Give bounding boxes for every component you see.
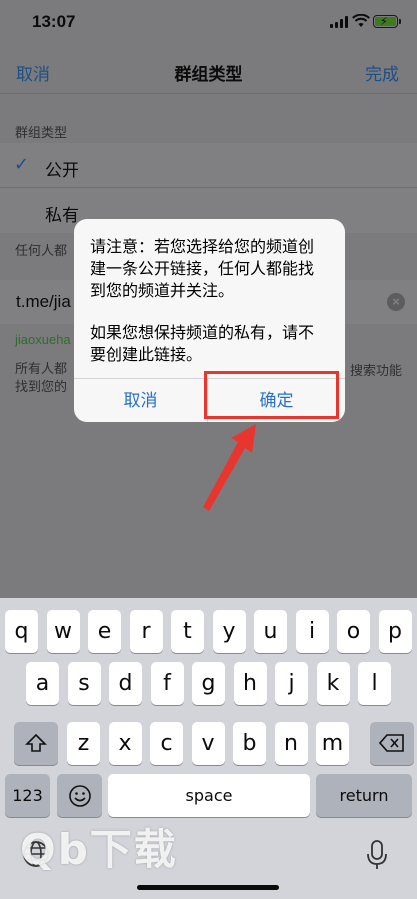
key-g[interactable]: g: [192, 662, 225, 705]
key-u[interactable]: u: [254, 610, 287, 653]
link-description-right: 搜索功能: [349, 363, 402, 378]
alert-message: 请注意：若您选择给您的频道创建一条公开链接，任何人都能找到您的频道并关注。 如果…: [90, 237, 329, 367]
key-i[interactable]: i: [295, 610, 329, 653]
battery-icon: ⚡: [373, 15, 401, 28]
key-w[interactable]: w: [46, 610, 80, 653]
key-j[interactable]: j: [275, 662, 308, 705]
key-a[interactable]: a: [26, 662, 59, 705]
alert-text-1: 请注意：若您选择给您的频道创建一条公开链接，任何人都能找到您的频道并关注。: [90, 239, 315, 300]
return-key[interactable]: return: [316, 774, 412, 817]
key-h[interactable]: h: [233, 662, 267, 705]
checkmark-icon: ✓: [14, 154, 30, 174]
keyboard: qwertyuiop asdfghjkl zxcvbnm 123 space r…: [0, 598, 417, 899]
wifi-icon: [352, 14, 370, 27]
key-t[interactable]: t: [171, 610, 204, 653]
key-b[interactable]: b: [233, 722, 266, 765]
shift-key[interactable]: [14, 722, 58, 765]
key-m[interactable]: m: [316, 722, 349, 765]
key-n[interactable]: n: [274, 722, 308, 765]
microphone-icon[interactable]: [365, 840, 389, 870]
signal-icon: [330, 16, 348, 28]
key-z[interactable]: z: [67, 722, 100, 765]
delete-key[interactable]: [370, 722, 414, 765]
option-label: 私有: [45, 206, 79, 225]
key-q[interactable]: q: [5, 610, 38, 653]
link-input[interactable]: t.me/jia: [16, 292, 71, 312]
option-label: 公开: [45, 161, 79, 180]
public-description: 任何人都: [15, 243, 68, 258]
key-k[interactable]: k: [316, 662, 350, 705]
key-p[interactable]: p: [378, 610, 412, 653]
key-c[interactable]: c: [150, 722, 183, 765]
option-public[interactable]: ✓ 公开: [0, 143, 417, 188]
page-title: 群组类型: [174, 65, 243, 84]
key-l[interactable]: l: [358, 662, 391, 705]
link-description: 所有人都 找到您的: [15, 361, 68, 394]
space-key[interactable]: space: [108, 774, 310, 817]
nav-done-button[interactable]: 完成: [365, 60, 399, 85]
section-header: 群组类型: [15, 125, 68, 140]
key-y[interactable]: y: [212, 610, 246, 653]
watermark: Qb下载: [20, 825, 178, 874]
key-o[interactable]: o: [337, 610, 370, 653]
key-v[interactable]: v: [191, 722, 225, 765]
alert-text-2: 如果您想保持频道的私有，请不要创建此链接。: [90, 325, 315, 364]
home-indicator: [137, 885, 279, 890]
status-time: 13:07: [32, 12, 76, 31]
clear-icon[interactable]: ×: [387, 293, 405, 311]
key-f[interactable]: f: [150, 662, 184, 705]
alert-cancel-button[interactable]: 取消: [74, 379, 207, 422]
key-x[interactable]: x: [108, 722, 142, 765]
emoji-key[interactable]: [57, 774, 102, 817]
key-d[interactable]: d: [109, 662, 142, 705]
numbers-key[interactable]: 123: [5, 774, 50, 817]
key-e[interactable]: e: [88, 610, 121, 653]
navigation-bar: 取消 群组类型 完成: [0, 44, 417, 94]
highlight-box: [204, 371, 339, 419]
status-bar: 13:07 ⚡: [0, 0, 417, 44]
key-r[interactable]: r: [129, 610, 163, 653]
key-s[interactable]: s: [67, 662, 101, 705]
link-status: jiaoxueha: [15, 332, 71, 347]
